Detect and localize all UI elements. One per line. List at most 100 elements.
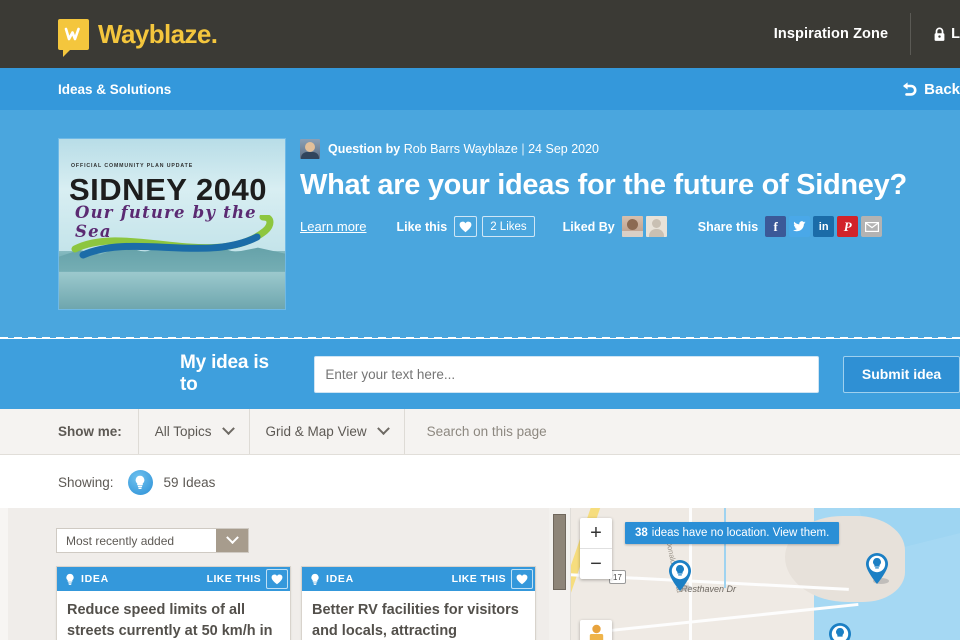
topic-filter-value: All Topics [154,424,212,439]
idea-card-text: Reduce speed limits of all streets curre… [67,602,273,639]
no-location-text: ideas have no location. View them. [651,527,830,539]
undo-arrow-icon [900,81,918,97]
card-like-button[interactable] [511,569,533,589]
card-like-label[interactable]: LIKE THIS [452,573,506,585]
map-pane[interactable]: 17 Resthaven Dr McDonald Park Rd + − 38 … [549,508,960,640]
hero-section: OFFICIAL COMMUNITY PLAN UPDATE SIDNEY 20… [0,110,960,338]
learn-more-link[interactable]: Learn more [300,219,366,234]
liked-by-avatars [621,216,670,237]
likes-count-badge[interactable]: 2 Likes [482,216,535,237]
lock-icon [933,27,946,42]
header-divider [910,13,912,55]
hero-content: Question by Rob Barrs Wayblaze | 24 Sep … [300,138,960,237]
filter-bar: Show me: All Topics Grid & Map View Sear… [0,409,960,455]
question-meta-text: Question by Rob Barrs Wayblaze | 24 Sep … [328,142,599,156]
inspiration-zone-link[interactable]: Inspiration Zone [774,26,888,42]
showing-row: Showing: 59 Ideas [0,456,960,508]
submit-idea-button[interactable]: Submit idea [843,355,960,393]
lightbulb-icon [127,469,153,495]
hero-actions: Learn more Like this 2 Likes Liked By Sh… [300,216,960,237]
idea-card-header: IDEA LIKE THIS [302,567,535,591]
street-view-pegman-icon[interactable] [580,620,612,640]
login-label: L [951,26,960,42]
linkedin-icon[interactable]: in [813,216,835,237]
lightbulb-icon [65,573,75,586]
idea-tag: IDEA [326,573,354,585]
showing-label: Showing: [58,474,114,490]
map-scrollbar[interactable] [549,508,571,640]
question-author: Rob Barrs Wayblaze [403,142,518,156]
heart-icon [271,574,283,584]
chevron-down-icon [376,422,390,436]
share-icon-group: f in P [765,216,885,237]
sort-dropdown-value: Most recently added [66,533,175,548]
like-button[interactable] [454,216,478,237]
email-icon[interactable] [861,216,883,237]
map-zoom-in-button[interactable]: + [580,518,612,548]
card-like-button[interactable] [266,569,288,589]
banner-swoosh-graphic [71,215,274,259]
my-idea-label: My idea is to [180,352,269,395]
scrollbar-thumb[interactable] [553,514,566,590]
view-mode-dropdown[interactable]: Grid & Map View [250,409,405,454]
banner-water [59,271,285,309]
meta-separator: | [521,142,525,156]
ideas-list-pane: Most recently added IDEA LIKE THIS Reduc… [0,508,549,640]
chevron-down-icon [225,531,239,545]
map-pin-lightbulb-icon[interactable] [667,558,693,592]
pinterest-icon[interactable]: P [837,216,859,237]
show-me-label: Show me: [42,409,139,454]
map-zoom-controls: + − [580,518,612,579]
idea-cards: IDEA LIKE THIS Reduce speed limits of al… [56,566,536,640]
chevron-down-icon [221,422,235,436]
logo[interactable]: Wayblaze. [58,18,218,57]
view-mode-value: Grid & Map View [265,424,367,439]
question-meta: Question by Rob Barrs Wayblaze | 24 Sep … [300,138,960,160]
question-date: 24 Sep 2020 [528,142,600,156]
page-title: What are your ideas for the future of Si… [300,169,907,201]
idea-input[interactable] [314,355,820,393]
page-root: Wayblaze. Inspiration Zone L Ideas & Sol… [0,0,960,640]
map-pin-lightbulb-icon[interactable] [864,551,890,585]
map-zoom-out-button[interactable]: − [580,549,612,579]
no-location-count: 38 [635,527,648,539]
avatar[interactable] [621,216,643,237]
submit-idea-bar: My idea is to Submit idea [0,339,960,409]
header-right: Inspiration Zone L [774,0,960,68]
sort-dropdown-toggle[interactable] [216,529,248,552]
back-button[interactable]: Back [900,81,960,98]
speech-bubble-w-icon [58,18,89,57]
idea-tag: IDEA [81,573,109,585]
no-location-banner[interactable]: 38 ideas have no location. View them. [625,522,840,544]
top-header: Wayblaze. Inspiration Zone L [0,0,960,68]
showing-count: 59 Ideas [163,474,216,490]
login-button[interactable]: L [933,26,960,42]
back-label: Back [924,80,960,98]
campaign-banner-image[interactable]: OFFICIAL COMMUNITY PLAN UPDATE SIDNEY 20… [58,138,286,310]
content-area: Most recently added IDEA LIKE THIS Reduc… [0,508,960,640]
logo-text: Wayblaze. [98,18,218,49]
list-item[interactable]: IDEA LIKE THIS Better RV facilities for … [301,566,536,640]
heart-icon [516,574,528,584]
topic-filter-dropdown[interactable]: All Topics [139,409,250,454]
share-this-label: Share this [697,219,759,234]
breadcrumb-ideas-solutions[interactable]: Ideas & Solutions [58,82,171,97]
idea-card-header: IDEA LIKE THIS [57,567,290,591]
twitter-icon[interactable] [789,216,811,237]
lightbulb-icon [310,573,320,586]
map-stream [724,508,726,588]
avatar[interactable] [645,216,667,237]
question-by-label: Question by [328,142,401,156]
facebook-icon[interactable]: f [765,216,787,237]
like-this-label: Like this [396,219,448,234]
heart-icon [459,221,472,232]
author-avatar [300,139,320,159]
liked-by-label: Liked By [562,219,615,234]
search-input[interactable]: Search on this page [405,409,563,454]
map-pin-lightbulb-icon[interactable] [827,621,853,640]
sort-dropdown[interactable]: Most recently added [56,528,249,553]
list-item[interactable]: IDEA LIKE THIS Reduce speed limits of al… [56,566,291,640]
banner-kicker: OFFICIAL COMMUNITY PLAN UPDATE [71,163,194,169]
card-like-label[interactable]: LIKE THIS [207,573,261,585]
section-navbar: Ideas & Solutions Back [0,68,960,110]
